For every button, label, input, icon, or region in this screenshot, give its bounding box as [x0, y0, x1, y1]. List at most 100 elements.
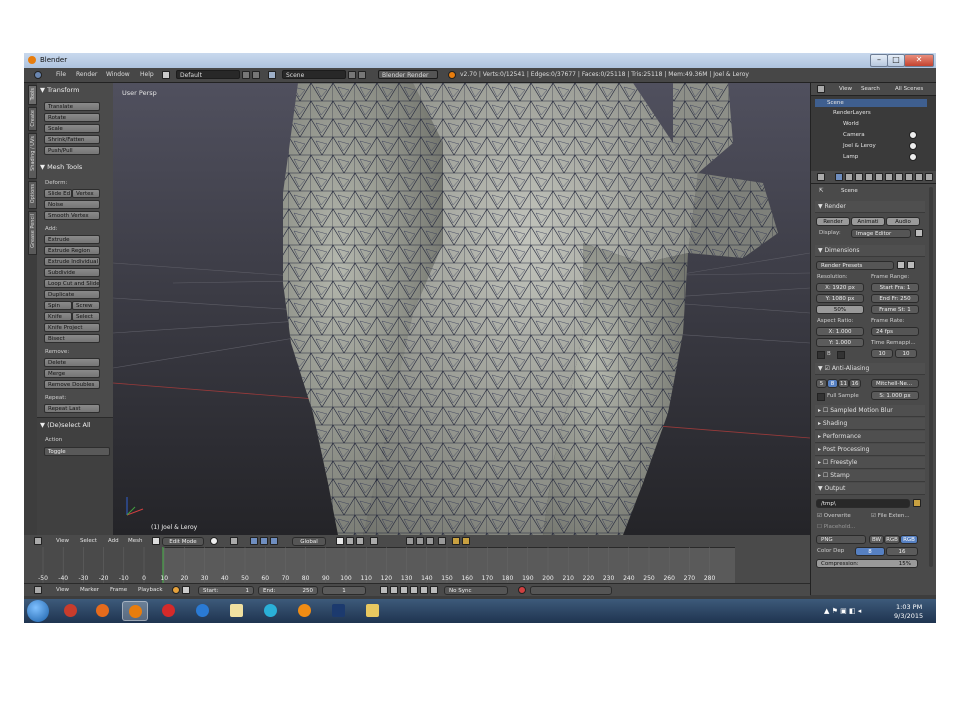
mode-select[interactable]: Edit Mode — [162, 537, 204, 546]
menu-help[interactable]: Help — [140, 71, 154, 78]
menu-window[interactable]: Window — [106, 71, 130, 78]
data-context-icon[interactable] — [895, 173, 903, 181]
delete-menu-button[interactable]: Delete — [44, 358, 100, 367]
start-frame-field[interactable]: Start: 1 — [198, 586, 254, 595]
color-rgb-button[interactable]: RGB — [884, 535, 900, 544]
smooth-vertex-button[interactable]: Smooth Vertex — [44, 211, 100, 220]
action-select[interactable]: Toggle — [44, 447, 110, 456]
taskbar-app-4[interactable] — [156, 601, 182, 621]
outliner-row-world[interactable]: World — [843, 121, 859, 127]
slide-vertex-button[interactable]: Vertex — [72, 189, 100, 198]
outliner-row-scene[interactable]: Scene — [815, 99, 927, 107]
taskbar-explorer[interactable] — [360, 601, 386, 621]
properties-editor-icon[interactable] — [817, 173, 825, 181]
frame-menu[interactable]: Frame — [110, 587, 127, 593]
noise-button[interactable]: Noise — [44, 200, 100, 209]
manipulator-rotate-icon[interactable] — [260, 537, 268, 545]
transform-panel-header[interactable]: ▼ Transform — [40, 86, 79, 94]
menu-render[interactable]: Render — [76, 71, 97, 78]
color-rgba-button[interactable]: RGB — [900, 535, 918, 544]
aa-filter-select[interactable]: Mitchell-Ne... — [871, 379, 919, 388]
rotate-button[interactable]: Rotate — [44, 113, 100, 122]
layers-context-icon[interactable] — [845, 173, 853, 181]
info-editor-icon[interactable] — [34, 71, 42, 79]
prev-key-icon[interactable] — [390, 586, 398, 594]
record-icon[interactable] — [172, 586, 180, 594]
sync-mode-select[interactable]: No Sync — [444, 586, 508, 595]
timeline-view-menu[interactable]: View — [56, 587, 69, 593]
translate-button[interactable]: Translate — [44, 102, 100, 111]
viewport-canvas[interactable]: User Persp (1) Joel & Leroy — [113, 83, 810, 535]
texture-context-icon[interactable] — [915, 173, 923, 181]
add-layout-icon[interactable] — [242, 71, 250, 79]
render-animation-button[interactable]: Animati — [851, 217, 885, 226]
border-checkbox[interactable] — [817, 351, 825, 359]
aa-samples-11[interactable]: 11 — [838, 379, 849, 388]
antialiasing-panel-header[interactable]: ▼ ☑ Anti-Aliasing — [815, 363, 925, 375]
end-frame-prop-field[interactable]: End Fr: 250 — [871, 294, 919, 303]
render-image-icon[interactable] — [452, 537, 460, 545]
color-depth-8-button[interactable]: 8 — [855, 547, 885, 556]
mesh-tools-panel-header[interactable]: ▼ Mesh Tools — [40, 163, 82, 171]
remap-old-field[interactable]: 10 — [871, 349, 893, 358]
extrude-button[interactable]: Extrude — [44, 235, 100, 244]
screw-button[interactable]: Screw — [72, 301, 100, 310]
properties-scrollbar[interactable] — [929, 187, 933, 567]
color-bw-button[interactable]: BW — [869, 535, 884, 544]
stamp-panel-header[interactable]: ▸ ☐ Stamp — [815, 470, 925, 482]
next-key-icon[interactable] — [420, 586, 428, 594]
aspect-y-field[interactable]: Y: 1.000 — [816, 338, 864, 347]
orientation-select[interactable]: Global — [292, 537, 326, 546]
taskbar-blender[interactable] — [122, 601, 148, 621]
3d-viewport[interactable]: User Persp (1) Joel & Leroy — [113, 83, 810, 535]
freestyle-panel-header[interactable]: ▸ ☐ Freestyle — [815, 457, 925, 469]
remove-doubles-button[interactable]: Remove Doubles — [44, 380, 100, 389]
aa-samples-16[interactable]: 16 — [849, 379, 861, 388]
manipulator-translate-icon[interactable] — [250, 537, 258, 545]
display-lock-icon[interactable] — [915, 229, 923, 237]
slide-edge-button[interactable]: Slide Ed — [44, 189, 72, 198]
render-presets-select[interactable]: Render Presets — [816, 261, 894, 270]
outliner-row-object[interactable]: Joel & Leroy — [843, 143, 876, 149]
performance-panel-header[interactable]: ▸ Performance — [815, 431, 925, 443]
taskbar-photoshop[interactable] — [326, 601, 352, 621]
tab-shading-uvs[interactable]: Shading / UVs — [28, 133, 37, 179]
taskbar-app-7[interactable] — [258, 601, 284, 621]
full-sample-checkbox[interactable] — [817, 393, 825, 401]
outliner-display-select[interactable]: All Scenes — [895, 86, 923, 92]
scene-icon[interactable] — [268, 71, 276, 79]
merge-menu-button[interactable]: Merge — [44, 369, 100, 378]
taskbar-app-6[interactable] — [224, 601, 250, 621]
tab-tools[interactable]: Tools — [28, 85, 37, 105]
color-depth-16-button[interactable]: 16 — [886, 547, 918, 556]
push-pull-button[interactable]: Push/Pull — [44, 146, 100, 155]
render-engine-select[interactable]: Blender Render — [378, 70, 438, 79]
crop-checkbox[interactable] — [837, 351, 845, 359]
screen-layout-icon[interactable] — [162, 71, 170, 79]
display-select[interactable]: Image Editor — [851, 229, 911, 238]
start-button[interactable] — [27, 600, 49, 622]
play-reverse-icon[interactable] — [400, 586, 408, 594]
vertex-select-icon[interactable] — [336, 537, 344, 545]
remove-preset-icon[interactable] — [907, 261, 915, 269]
preview-range-icon[interactable] — [182, 586, 190, 594]
snap-icon[interactable] — [416, 537, 424, 545]
jump-end-icon[interactable] — [430, 586, 438, 594]
output-panel-header[interactable]: ▼ Output — [815, 483, 925, 495]
marker-menu[interactable]: Marker — [80, 587, 99, 593]
aspect-x-field[interactable]: X: 1.000 — [816, 327, 864, 336]
loop-cut-button[interactable]: Loop Cut and Slide — [44, 279, 100, 288]
manipulator-scale-icon[interactable] — [270, 537, 278, 545]
extrude-individual-button[interactable]: Extrude Individual — [44, 257, 100, 266]
remove-layout-icon[interactable] — [252, 71, 260, 79]
subdivide-button[interactable]: Subdivide — [44, 268, 100, 277]
overwrite-checkbox[interactable]: ☑ Overwrite — [817, 513, 851, 519]
render-button[interactable]: Render — [816, 217, 850, 226]
end-frame-field[interactable]: End: 250 — [258, 586, 318, 595]
post-processing-panel-header[interactable]: ▸ Post Processing — [815, 444, 925, 456]
add-scene-icon[interactable] — [348, 71, 356, 79]
folder-browse-icon[interactable] — [913, 499, 921, 507]
extrude-region-button[interactable]: Extrude Region — [44, 246, 100, 255]
start-frame-prop-field[interactable]: Start Fra: 1 — [871, 283, 919, 292]
knife-project-button[interactable]: Knife Project — [44, 323, 100, 332]
